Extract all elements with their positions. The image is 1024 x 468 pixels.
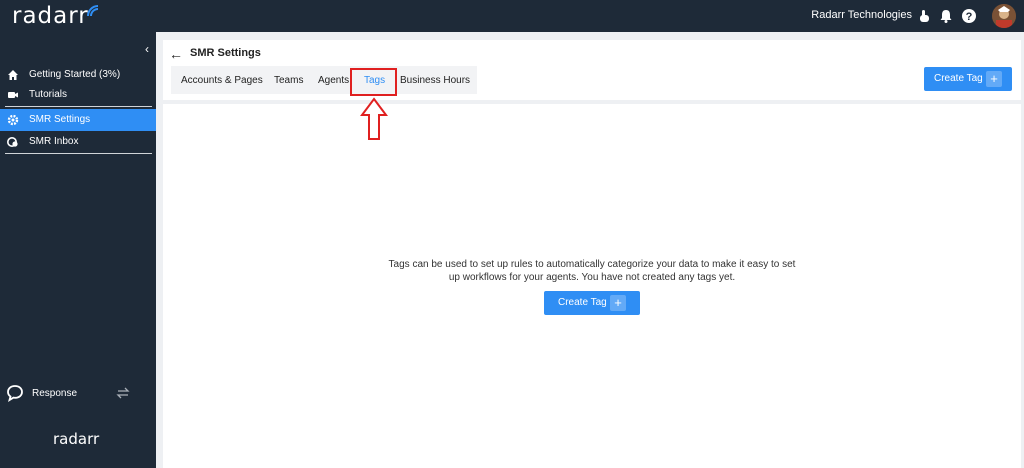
main-panel: ← SMR Settings Accounts & Pages Teams Ag… bbox=[163, 40, 1021, 468]
page-title: SMR Settings bbox=[190, 47, 261, 59]
company-name[interactable]: Radarr Technologies bbox=[811, 9, 912, 21]
top-bar: radarr Radarr Technologies ? bbox=[0, 0, 1024, 32]
response-label: Response bbox=[32, 388, 78, 399]
plus-icon: + bbox=[986, 71, 1002, 87]
app-logo[interactable]: radarr bbox=[12, 3, 89, 29]
tags-tab-highlight bbox=[350, 68, 397, 96]
sidebar-item-smr-settings[interactable]: SMR Settings bbox=[0, 109, 156, 131]
collapse-sidebar-icon[interactable]: ‹ bbox=[145, 42, 149, 56]
response-toggle[interactable]: Response bbox=[0, 382, 156, 406]
create-tag-button-header[interactable]: Create Tag + bbox=[924, 67, 1012, 91]
create-tag-label: Create Tag bbox=[934, 73, 983, 84]
plus-icon: + bbox=[610, 295, 626, 311]
sidebar-divider bbox=[5, 153, 152, 154]
home-icon bbox=[8, 70, 18, 80]
gear-icon bbox=[7, 114, 19, 126]
help-icon[interactable]: ? bbox=[961, 8, 977, 24]
sidebar-item-smr-inbox[interactable]: SMR Inbox bbox=[0, 131, 156, 153]
sidebar-item-label: Getting Started (3%) bbox=[29, 69, 121, 80]
avatar[interactable] bbox=[992, 4, 1016, 28]
sidebar-item-label: Tutorials bbox=[29, 89, 67, 100]
up-arrow-annotation-icon bbox=[360, 97, 388, 140]
sidebar: ‹ Getting Started (3%) Tutorials SMR Set… bbox=[0, 32, 156, 468]
sidebar-item-label: SMR Settings bbox=[29, 114, 91, 125]
chat-bubble-icon bbox=[7, 385, 23, 402]
empty-state-message: Tags can be used to set up rules to auto… bbox=[388, 259, 796, 283]
back-arrow-icon[interactable]: ← bbox=[169, 46, 183, 62]
tab-agents[interactable]: Agents bbox=[318, 75, 349, 86]
video-icon bbox=[8, 92, 18, 98]
sidebar-item-getting-started[interactable]: Getting Started (3%) bbox=[0, 64, 156, 86]
user-avatar-icon bbox=[992, 4, 1016, 28]
tab-teams[interactable]: Teams bbox=[274, 75, 303, 86]
create-tag-label: Create Tag bbox=[558, 297, 607, 308]
tab-business-hours[interactable]: Business Hours bbox=[400, 75, 470, 86]
swap-icon[interactable] bbox=[116, 384, 130, 402]
logo-signal-icon bbox=[87, 5, 99, 17]
tab-accounts-pages[interactable]: Accounts & Pages bbox=[181, 75, 263, 86]
sidebar-divider bbox=[5, 106, 152, 107]
sidebar-item-label: SMR Inbox bbox=[29, 136, 79, 147]
sidebar-item-tutorials[interactable]: Tutorials bbox=[0, 84, 156, 106]
inbox-icon bbox=[7, 137, 18, 147]
settings-tabs: Accounts & Pages Teams Agents Tags Busin… bbox=[171, 66, 477, 94]
create-tag-button[interactable]: Create Tag + bbox=[544, 291, 640, 315]
hand-pointer-icon[interactable] bbox=[916, 8, 932, 24]
footer-logo: radarr bbox=[53, 430, 100, 448]
svg-text:?: ? bbox=[966, 11, 973, 23]
page-header: ← SMR Settings Accounts & Pages Teams Ag… bbox=[163, 40, 1021, 104]
bell-icon[interactable] bbox=[938, 8, 954, 24]
